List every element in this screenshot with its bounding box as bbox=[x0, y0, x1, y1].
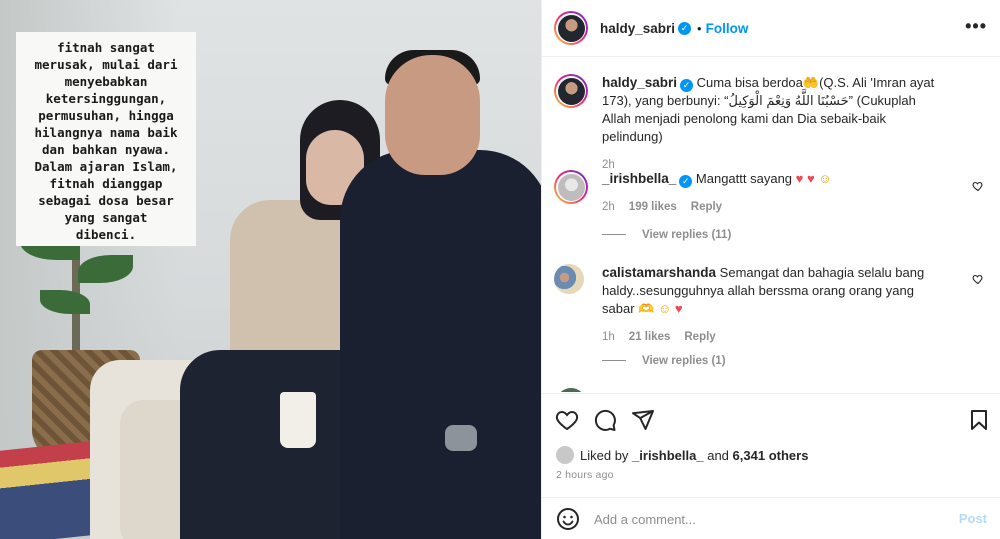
like-comment-heart-icon[interactable] bbox=[972, 273, 984, 285]
view-replies-button[interactable]: View replies (1) bbox=[602, 355, 726, 367]
comment-item: calistamarshanda Semangat dan bahagia se… bbox=[554, 264, 984, 344]
avatar-image bbox=[557, 173, 585, 201]
caption-author-avatar[interactable] bbox=[554, 74, 588, 108]
liker-avatar bbox=[556, 446, 574, 464]
commenter-avatar[interactable] bbox=[554, 264, 584, 294]
comment-meta: 1h 21 likes Reply bbox=[602, 328, 947, 346]
like-heart-icon[interactable] bbox=[555, 408, 579, 432]
verified-badge-icon: ✓ bbox=[680, 79, 694, 92]
comment-meta: 2h 199 likes Reply bbox=[602, 198, 947, 216]
commenter-avatar[interactable] bbox=[556, 388, 586, 392]
liked-by-summary[interactable]: Liked by _irishbella_ and 6,341 others bbox=[556, 446, 808, 464]
heart-emoji-icon: ♥ bbox=[674, 301, 683, 316]
liked-by-mid: and bbox=[707, 447, 729, 463]
post-header: haldy_sabri ✓ • Follow ••• bbox=[542, 0, 1000, 57]
post-side-panel: haldy_sabri ✓ • Follow ••• haldy_sabri ✓ … bbox=[541, 0, 1000, 539]
comment-likes[interactable]: 21 likes bbox=[629, 331, 671, 343]
photo-overlay-text: fitnah sangat merusak, mulai dari menyeb… bbox=[34, 40, 178, 242]
view-replies-label: View replies (1) bbox=[642, 355, 726, 367]
comment-body: _irishbella_ ✓ Mangattt sayang ♥ ♥ ☺ 2h 19… bbox=[602, 170, 947, 216]
emoji-picker-icon[interactable] bbox=[556, 507, 580, 531]
comment-time: 2h bbox=[602, 201, 615, 213]
heart-hands-emoji-icon: 🫶 bbox=[638, 301, 655, 316]
add-comment-bar: Add a comment... Post bbox=[542, 497, 1000, 539]
view-replies-button[interactable]: View replies (11) bbox=[602, 229, 731, 241]
reply-button[interactable]: Reply bbox=[684, 331, 715, 343]
reply-button[interactable]: Reply bbox=[691, 201, 722, 213]
follow-button[interactable]: Follow bbox=[706, 21, 749, 36]
heart-emoji-icon: ♥ bbox=[795, 171, 804, 186]
post-actions: Liked by _irishbella_ and 6,341 others 2… bbox=[542, 393, 1000, 539]
wristwatch bbox=[445, 425, 477, 451]
avatar-image bbox=[557, 14, 585, 42]
commenter-username[interactable]: calistamarshanda bbox=[602, 265, 716, 280]
share-paper-plane-icon[interactable] bbox=[631, 408, 655, 432]
author-username[interactable]: haldy_sabri bbox=[600, 21, 675, 36]
comment-input[interactable]: Add a comment... bbox=[594, 512, 696, 527]
photo-text-overlay: fitnah sangat merusak, mulai dari menyeb… bbox=[16, 32, 196, 246]
liked-by-prefix: Liked by bbox=[580, 447, 629, 463]
comment-body: calistamarshanda Semangat dan bahagia se… bbox=[602, 264, 947, 346]
more-options-icon[interactable]: ••• bbox=[965, 16, 987, 37]
man-face bbox=[385, 55, 480, 175]
post-photo[interactable]: fitnah sangat merusak, mulai dari menyeb… bbox=[0, 0, 541, 539]
post-timestamp[interactable]: 2 hours ago bbox=[556, 469, 614, 481]
caption-body: haldy_sabri ✓ Cuma bisa berdoa🤲(Q.S. Ali … bbox=[602, 74, 947, 174]
view-replies-label: View replies (11) bbox=[642, 229, 732, 241]
comment-text: Mangattt sayang bbox=[692, 171, 793, 186]
author-avatar[interactable] bbox=[554, 11, 588, 45]
comment-item: _irishbella_ ✓ Mangattt sayang ♥ ♥ ☺ 2h 19… bbox=[554, 170, 984, 213]
commenter-username[interactable]: _irishbella_ bbox=[602, 171, 676, 186]
reply-line-divider bbox=[602, 360, 626, 362]
like-comment-heart-icon[interactable] bbox=[972, 180, 984, 192]
comments-list[interactable]: haldy_sabri ✓ Cuma bisa berdoa🤲(Q.S. Ali … bbox=[542, 58, 1000, 392]
post-caption: haldy_sabri ✓ Cuma bisa berdoa🤲(Q.S. Ali … bbox=[554, 74, 984, 171]
comment-time: 1h bbox=[602, 331, 615, 343]
avatar-image bbox=[557, 77, 585, 105]
caption-text-1: Cuma bisa berdoa bbox=[693, 75, 803, 90]
smiling-face-emoji-icon: ☺ bbox=[657, 301, 672, 316]
caption-username[interactable]: haldy_sabri bbox=[602, 75, 677, 90]
commenter-avatar[interactable] bbox=[554, 170, 588, 204]
man-jacket bbox=[340, 150, 541, 539]
verified-badge-icon: ✓ bbox=[679, 175, 693, 188]
heart-emoji-icon: ♥ bbox=[807, 171, 815, 186]
coffee-cup bbox=[280, 392, 316, 448]
comment-bubble-icon[interactable] bbox=[593, 408, 617, 432]
liked-by-others[interactable]: 6,341 others bbox=[733, 448, 809, 463]
praying-hands-icon: 🤲 bbox=[802, 75, 820, 90]
save-bookmark-icon[interactable] bbox=[967, 408, 991, 432]
reply-line-divider bbox=[602, 234, 626, 236]
verified-badge-icon: ✓ bbox=[678, 21, 692, 35]
separator-dot: • bbox=[697, 20, 702, 36]
liked-by-user[interactable]: _irishbella_ bbox=[632, 448, 704, 463]
post-comment-button[interactable]: Post bbox=[959, 511, 987, 526]
comment-likes[interactable]: 199 likes bbox=[629, 201, 677, 213]
hugging-face-emoji-icon: ☺ bbox=[818, 171, 832, 186]
